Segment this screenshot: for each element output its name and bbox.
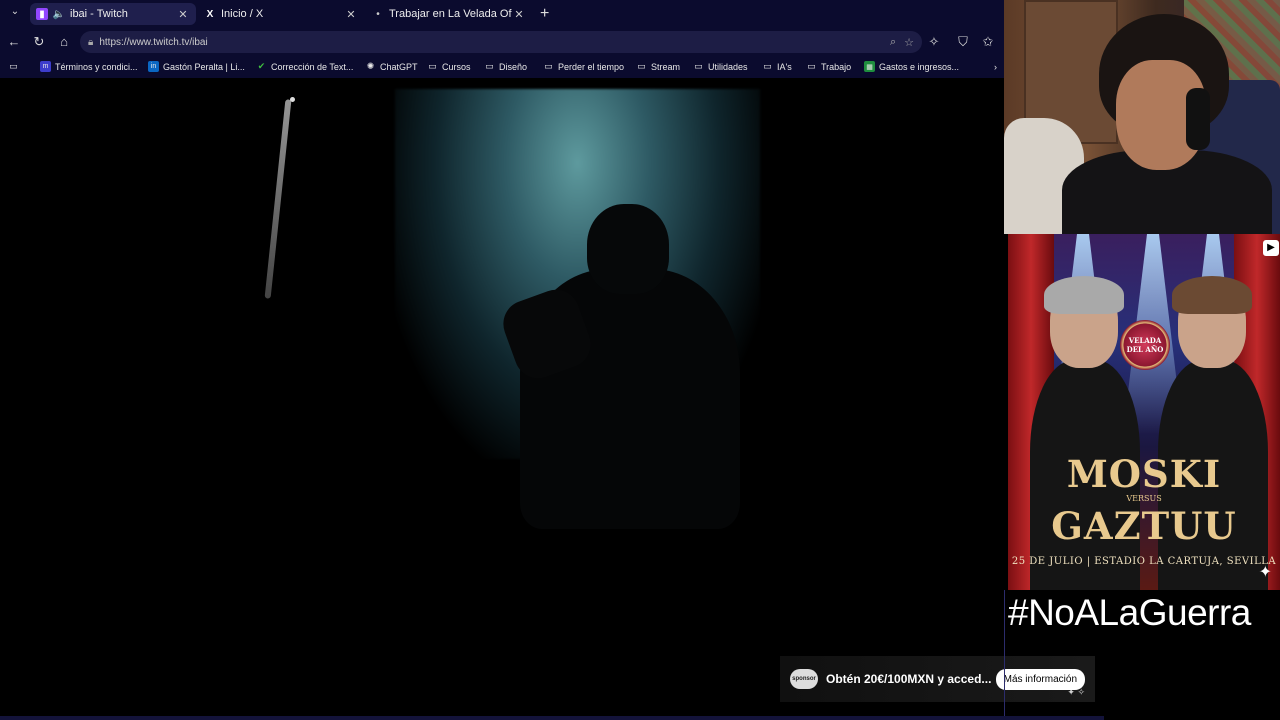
bookmarks-toggle-icon[interactable]: ▭ bbox=[8, 61, 23, 72]
navigation-bar: ← ↻ ⌂ 🔒︎ https://www.twitch.tv/ibai ⌕ ☆ … bbox=[0, 28, 1004, 56]
m-icon: m bbox=[40, 61, 51, 72]
chevron-right-icon[interactable]: › bbox=[990, 61, 1005, 72]
bookmark-label: Diseño bbox=[499, 61, 528, 72]
bookmark-label: Términos y condici... bbox=[55, 61, 138, 72]
x-icon: X bbox=[206, 8, 214, 20]
fighter2-name: GAZTUU bbox=[1051, 504, 1237, 548]
bookmark-label: ChatGPT bbox=[380, 61, 418, 72]
tab-label: Inicio / X bbox=[221, 8, 264, 20]
refresh-icon[interactable]: ↻ bbox=[31, 34, 47, 50]
dot-icon: • bbox=[376, 8, 380, 20]
folder-icon: ▭ bbox=[763, 61, 772, 71]
home-icon[interactable]: ⌂ bbox=[56, 34, 72, 50]
check-icon: ✔ bbox=[257, 61, 266, 71]
ad-text: Obtén 20€/100MXN y acced... bbox=[826, 672, 992, 686]
hashtag-overlay: #NoALaGuerra bbox=[1008, 592, 1251, 633]
twitch-icon: ▮ bbox=[36, 8, 48, 20]
bookmark-label: Utilidades bbox=[708, 61, 748, 72]
bookmark-chatgpt[interactable]: ✺ ChatGPT bbox=[365, 61, 418, 72]
bookmark-label: IA's bbox=[777, 61, 792, 72]
bookmark-label: Corrección de Text... bbox=[271, 61, 354, 72]
back-arrow-icon[interactable]: ← bbox=[6, 34, 22, 50]
ad-banner[interactable]: sponsor Obtén 20€/100MXN y acced... Más … bbox=[780, 656, 1095, 702]
favorites-icon[interactable]: ✩ bbox=[980, 34, 996, 50]
speaker-icon[interactable]: 🔈 bbox=[53, 8, 65, 20]
event-poster: VELADA DEL AÑO MOSKI VERSUS GAZTUU 25 DE… bbox=[1008, 234, 1280, 590]
bookmark-gaston[interactable]: in Gastón Peralta | Li... bbox=[148, 61, 245, 72]
folder-icon: ▭ bbox=[637, 61, 646, 71]
bookmark-correccion[interactable]: ✔ Corrección de Text... bbox=[256, 61, 354, 72]
bookmark-label: Cursos bbox=[442, 61, 471, 72]
tab-x[interactable]: X Inicio / X ✕ bbox=[198, 3, 364, 25]
lock-icon[interactable]: 🔒︎ bbox=[88, 37, 93, 48]
bookmark-label: Perder el tiempo bbox=[558, 61, 625, 72]
chatgpt-icon: ✺ bbox=[366, 61, 375, 71]
tab-label: Trabajar en La Velada Ofertas de e bbox=[389, 8, 512, 20]
versus-label: VERSUS bbox=[1126, 494, 1162, 503]
video-player[interactable] bbox=[0, 79, 1004, 720]
bookmark-terminos[interactable]: m Términos y condici... bbox=[40, 61, 138, 72]
streamer-webcam bbox=[1004, 0, 1280, 234]
light-dot-graphic bbox=[290, 97, 295, 102]
event-date-location: 25 DE JULIO | ESTADIO LA CARTUJA, SEVILL… bbox=[1011, 556, 1277, 567]
new-tab-button[interactable]: + bbox=[540, 5, 549, 23]
bookmark-cursos[interactable]: ▭ Cursos bbox=[427, 61, 471, 72]
velada-logo-badge: VELADA DEL AÑO bbox=[1120, 320, 1170, 370]
star-icon[interactable]: ☆ bbox=[904, 36, 914, 49]
sponsor-logo: sponsor bbox=[790, 669, 818, 689]
bookmarks-bar: ▭ m Términos y condici... in Gastón Pera… bbox=[0, 56, 1004, 78]
bookmark-label: Stream bbox=[651, 61, 681, 72]
browser-window: ⌄ ▮ 🔈 ibai - Twitch ✕ X Inicio / X ✕ • T… bbox=[0, 0, 1004, 720]
folder-icon: ▭ bbox=[428, 61, 437, 71]
tab-la-velada[interactable]: • Trabajar en La Velada Ofertas de e ✕ bbox=[366, 3, 532, 25]
bookmark-label: Gastos e ingresos... bbox=[879, 61, 960, 72]
play-icon[interactable]: ▶ bbox=[1263, 240, 1279, 256]
bookmark-stream[interactable]: ▭ Stream bbox=[636, 61, 680, 72]
boxer-silhouette-head bbox=[587, 204, 669, 294]
bookmark-diseno[interactable]: ▭ Diseño bbox=[484, 61, 527, 72]
ring-post-graphic bbox=[264, 99, 292, 299]
tab-label: ibai - Twitch bbox=[70, 8, 128, 20]
tab-twitch[interactable]: ▮ 🔈 ibai - Twitch ✕ bbox=[30, 3, 196, 25]
sparkle-icon: ✦ ✧ bbox=[1067, 687, 1085, 697]
extensions-icon[interactable]: ✧ bbox=[926, 34, 942, 50]
sheets-icon: ▦ bbox=[864, 61, 875, 72]
browser-essentials-icon[interactable]: ⛉ bbox=[955, 34, 971, 50]
bookmark-utilidades[interactable]: ▭ Utilidades bbox=[693, 61, 748, 72]
folder-icon: ▭ bbox=[694, 61, 703, 71]
zoom-icon[interactable]: ⌕ bbox=[890, 36, 896, 49]
bookmark-perder-el-tiempo[interactable]: ▭ Perder el tiempo bbox=[543, 61, 624, 72]
linkedin-icon: in bbox=[148, 61, 159, 72]
address-bar[interactable]: 🔒︎ https://www.twitch.tv/ibai ⌕ ☆ bbox=[80, 31, 922, 53]
folder-icon: ▭ bbox=[807, 61, 816, 71]
overlay-frame-bottom bbox=[0, 716, 1104, 720]
fighter1-name: MOSKI bbox=[1066, 452, 1222, 496]
folder-icon: ▭ bbox=[485, 61, 494, 71]
bookmark-trabajo[interactable]: ▭ Trabajo bbox=[806, 61, 851, 72]
bookmark-label: Trabajo bbox=[821, 61, 852, 72]
bookmark-label: Gastón Peralta | Li... bbox=[163, 61, 245, 72]
headset bbox=[1186, 88, 1210, 150]
bookmark-ias[interactable]: ▭ IA's bbox=[762, 61, 792, 72]
close-icon[interactable]: ✕ bbox=[512, 8, 526, 21]
tab-bar: ⌄ ▮ 🔈 ibai - Twitch ✕ X Inicio / X ✕ • T… bbox=[0, 0, 1004, 28]
overlay-frame-edge bbox=[1004, 590, 1005, 720]
close-icon[interactable]: ✕ bbox=[176, 8, 190, 21]
sparkle-icon: ✦ bbox=[1258, 564, 1272, 581]
folder-icon: ▭ bbox=[544, 61, 553, 71]
bookmark-gastos[interactable]: ▦ Gastos e ingresos... bbox=[864, 61, 959, 72]
url-text[interactable]: https://www.twitch.tv/ibai bbox=[99, 37, 882, 48]
close-icon[interactable]: ✕ bbox=[344, 8, 358, 21]
tab-list-menu-button[interactable]: ⌄ bbox=[6, 6, 24, 22]
